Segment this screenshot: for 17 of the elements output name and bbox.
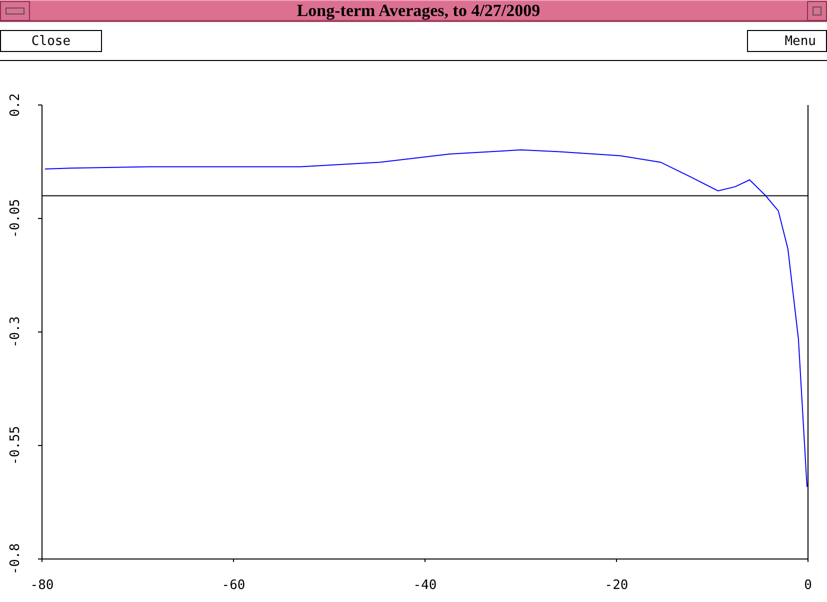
toolbar-button[interactable]: Close [0,30,102,52]
y-tick-label: -0.05 [8,198,23,238]
y-tick-label: 0.2 [8,93,23,117]
maximize-button[interactable] [807,0,827,20]
bar-icon [5,6,25,14]
y-tick-label: -0.55 [8,426,23,466]
window-title: Long-term Averages, to 4/27/2009 [296,0,540,20]
y-tick-label: -0.8 [8,543,23,575]
x-tick-label: -60 [222,578,246,593]
toolbar-button[interactable]: Menu [747,30,827,52]
square-icon [812,6,822,16]
x-tick-label: -80 [30,578,54,593]
x-tick-label: -40 [413,578,437,593]
window-menu-button[interactable] [0,0,30,20]
x-tick-label: -20 [604,578,628,593]
x-tick-label: 0 [804,578,812,593]
y-tick-label: -0.3 [8,316,23,348]
